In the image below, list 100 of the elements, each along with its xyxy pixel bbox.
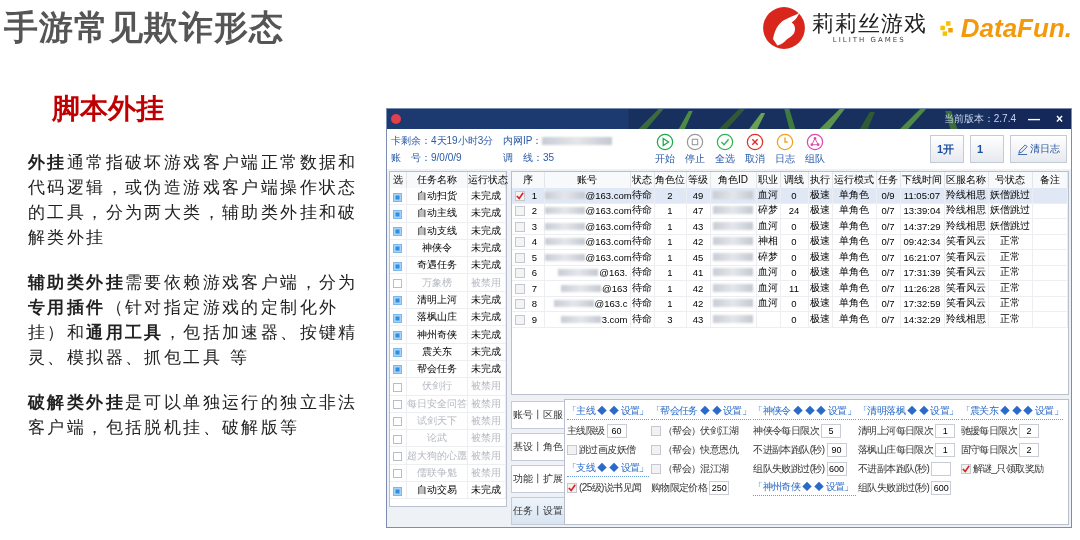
tab[interactable]: 任务丨设置 xyxy=(511,497,564,525)
section-title[interactable]: 「主线 ◆ ◆ 设置」 xyxy=(567,404,649,420)
checkbox[interactable] xyxy=(650,426,661,436)
redaction-bar xyxy=(713,237,753,246)
row-number: 9 xyxy=(531,313,537,325)
table-row[interactable]: 1 @163.com待命 2 49 血河 0 极速 单角色 0/9 11:05:07 羚线相思 妖僧跳过 xyxy=(512,188,1068,203)
checkbox[interactable] xyxy=(393,261,403,271)
number-field[interactable]: 2 xyxy=(1018,443,1039,457)
count-button[interactable]: 1 xyxy=(970,135,1004,163)
checkbox[interactable] xyxy=(650,445,661,455)
checkbox[interactable] xyxy=(393,365,403,375)
redaction-bar xyxy=(713,283,753,292)
table-cell: 单角色 xyxy=(832,203,876,219)
table-row[interactable]: 8 @163.c 待命 1 42 血河 0 极速 单角色 0/7 17:32:59 笑看风云 正常 xyxy=(512,296,1068,312)
play-icon xyxy=(656,132,674,151)
table-row[interactable]: 9 3.com 待命 3 43 0 极速 单角色 0/7 14:32:29 羚线相思 正常 xyxy=(512,311,1068,327)
checkbox[interactable] xyxy=(393,330,403,340)
checkbox[interactable] xyxy=(515,191,525,201)
table-row[interactable]: 3 @163.com待命 1 43 血河 0 极速 单角色 0/7 14:37:29 羚线相思 妖僧跳过 xyxy=(512,218,1068,234)
number-field[interactable]: 600 xyxy=(826,462,847,476)
clear-log-button[interactable]: 清日志 xyxy=(1010,135,1067,163)
table-cell: 未完成 xyxy=(467,239,506,257)
section-title[interactable]: 「帮会任务 ◆ ◆ 设置」 xyxy=(650,404,752,420)
table-cell: 11:26:28 xyxy=(900,280,944,296)
checkbox[interactable] xyxy=(567,445,577,455)
checkbox[interactable] xyxy=(650,464,661,474)
table-cell: 正常 xyxy=(988,234,1032,250)
number-field[interactable]: 1 xyxy=(935,424,956,438)
checkbox[interactable] xyxy=(515,222,525,232)
table-cell: 正常 xyxy=(988,280,1032,296)
brand-name: DataFun. xyxy=(960,12,1072,44)
checkbox[interactable] xyxy=(393,313,403,323)
field-label: 驰援每日限次 xyxy=(960,424,1017,438)
number-field[interactable]: 1 xyxy=(935,443,956,457)
section-title[interactable]: 「神州奇侠 ◆ ◆ 设置」 xyxy=(753,480,856,496)
toolbar-button[interactable]: 停止 xyxy=(683,132,707,166)
table-row[interactable]: 4 @163.com待命 1 42 神相 0 极速 单角色 0/7 09:42:34 笑看风云 正常 xyxy=(512,234,1068,250)
table-cell: 极速 xyxy=(808,296,832,312)
row-number: 1 xyxy=(531,189,537,201)
table-cell: 47 xyxy=(686,203,710,219)
checkbox[interactable] xyxy=(515,284,525,294)
toolbar-button[interactable]: 开始 xyxy=(653,132,677,166)
number-field[interactable]: 90 xyxy=(826,443,847,457)
checkbox[interactable] xyxy=(515,206,525,217)
number-field[interactable]: 600 xyxy=(931,481,952,495)
table-row[interactable]: 2 @163.com待命 1 47 碎梦 24 极速 单角色 0/7 13:39:04 羚线相思 妖僧跳过 xyxy=(512,203,1068,219)
column-header: 备注 xyxy=(1032,172,1068,188)
account-text: 3.com xyxy=(601,313,628,325)
minimize-button[interactable]: — xyxy=(1024,112,1044,126)
redaction-bar xyxy=(713,314,753,323)
checkbox[interactable] xyxy=(393,227,403,237)
tab[interactable]: 账号丨区服 xyxy=(511,401,564,429)
checkbox[interactable] xyxy=(515,253,525,263)
table-cell: 笑看风云 xyxy=(944,234,988,250)
table-cell: 1 xyxy=(654,249,686,265)
checkbox[interactable] xyxy=(515,268,525,279)
checkbox-label: 跳过画皮妖僧 xyxy=(579,443,636,457)
table-row[interactable]: 5 @163.com待命 1 45 碎梦 0 极速 单角色 0/7 16:21:07 笑看风云 正常 xyxy=(512,249,1068,265)
table-row[interactable]: 6 @163. 待命 1 41 血河 0 极速 单角色 0/7 17:31:39 笑看风云 正常 xyxy=(512,265,1068,281)
toolbar-button[interactable]: 组队 xyxy=(803,132,827,166)
table-cell: 儒联争魁 xyxy=(406,464,467,482)
column-header: 号状态 xyxy=(988,172,1032,188)
number-field[interactable]: 2 xyxy=(1018,424,1039,438)
redaction-bar xyxy=(544,191,585,199)
tab[interactable]: 功能丨扩展 xyxy=(511,465,564,493)
checkbox[interactable] xyxy=(393,192,403,202)
toolbar-button[interactable]: 取消 xyxy=(743,132,767,166)
checkbox[interactable] xyxy=(393,209,403,219)
section-title[interactable]: 「清明落枫 ◆ ◆ 设置」 xyxy=(858,404,959,420)
section-title[interactable]: 「震关东 ◆ ◆ ◆ 设置」 xyxy=(960,404,1064,420)
checkbox[interactable] xyxy=(567,483,577,493)
checkbox[interactable] xyxy=(393,296,403,306)
count-button[interactable]: 1开 xyxy=(930,135,964,163)
toolbar-button[interactable]: 日志 xyxy=(773,132,797,166)
checkbox[interactable] xyxy=(515,237,525,248)
number-field[interactable]: 5 xyxy=(821,424,842,438)
app-logo-icon xyxy=(391,114,401,124)
table-cell: 09:42:34 xyxy=(900,234,944,250)
number-field[interactable]: 60 xyxy=(606,424,627,438)
number-field[interactable] xyxy=(931,462,952,476)
table-cell: 妖僧跳过 xyxy=(988,203,1032,219)
stop-icon xyxy=(686,132,704,151)
checkbox[interactable] xyxy=(515,315,525,325)
table-cell: 未完成 xyxy=(467,256,506,274)
section-title[interactable]: 「支线 ◆ ◆ 设置」 xyxy=(567,461,649,477)
redaction-bar xyxy=(558,269,599,277)
checkbox-label: （帮会）伏剑江湖 xyxy=(662,424,738,438)
checkbox[interactable] xyxy=(393,348,403,358)
checkbox[interactable] xyxy=(960,464,971,474)
column-header: 状态 xyxy=(630,172,654,188)
close-button[interactable]: × xyxy=(1052,112,1067,126)
redaction-bar xyxy=(544,253,585,261)
checkbox[interactable] xyxy=(393,244,403,254)
checkbox[interactable] xyxy=(515,299,525,310)
number-field[interactable]: 250 xyxy=(709,481,730,495)
table-row[interactable]: 7 @163 待命 1 42 血河 11 极速 单角色 0/7 11:26:28 笑看风云 正常 xyxy=(512,280,1068,296)
section-title[interactable]: 「神侠令 ◆ ◆ ◆ 设置」 xyxy=(753,404,856,420)
tab[interactable]: 基设丨角色 xyxy=(511,433,564,461)
checkbox[interactable] xyxy=(393,486,403,496)
toolbar-button[interactable]: 全选 xyxy=(713,132,737,166)
